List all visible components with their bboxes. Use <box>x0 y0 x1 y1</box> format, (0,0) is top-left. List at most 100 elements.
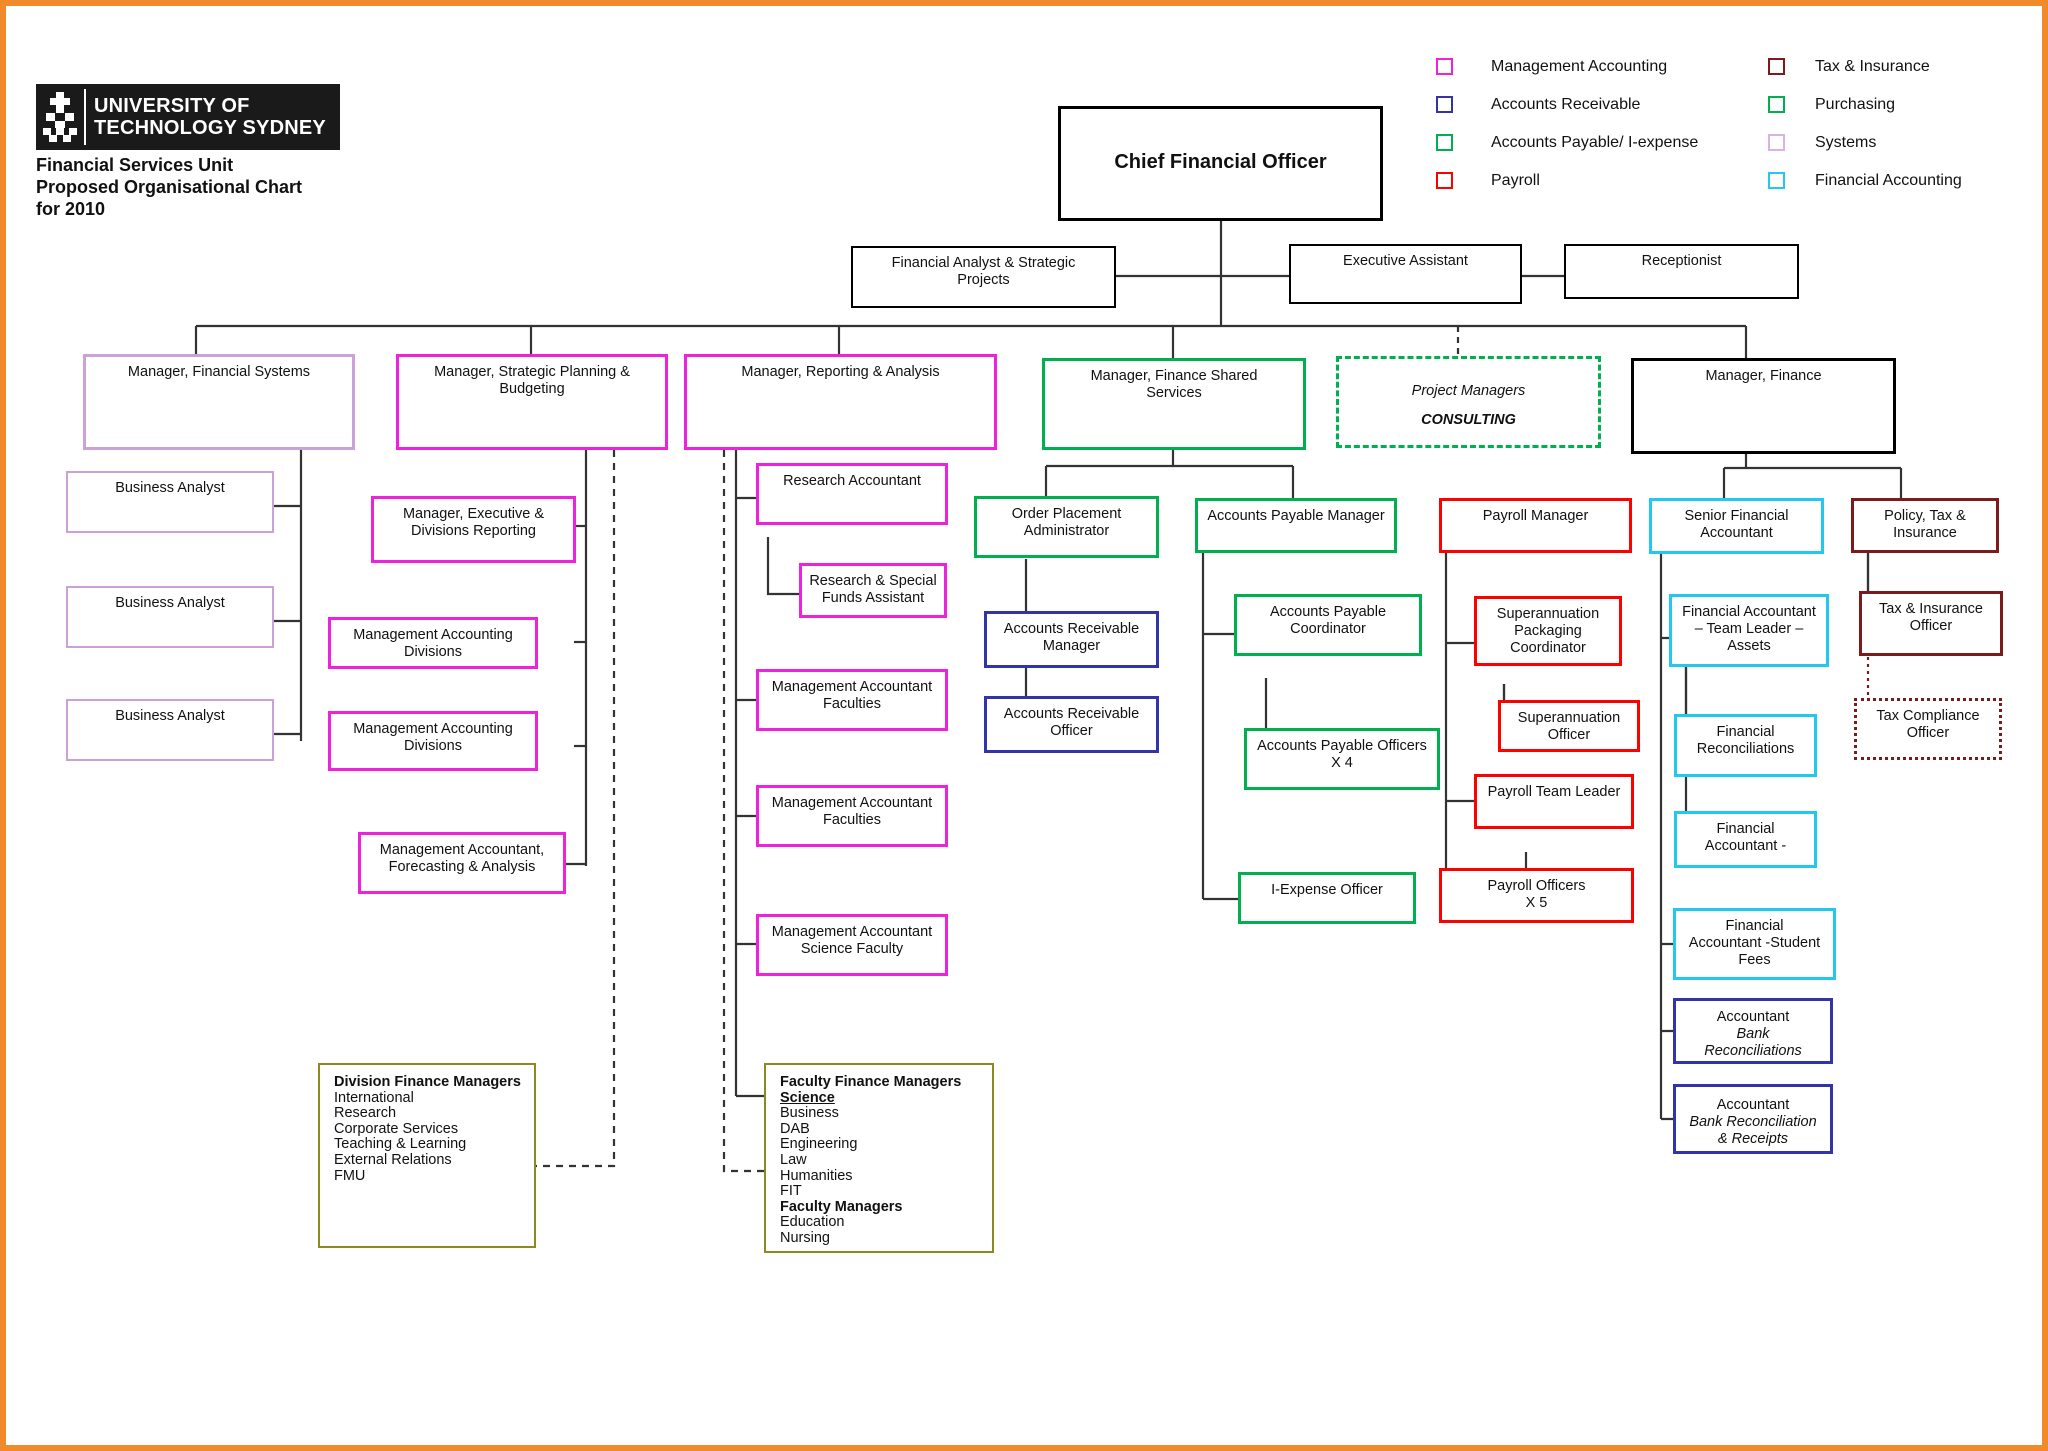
node-financial-reconciliations[interactable]: Financial Reconciliations <box>1674 714 1817 777</box>
list-item: FIT <box>780 1183 802 1200</box>
node-label: Research Accountant <box>783 473 921 489</box>
node-label: Financial Accountant - <box>1704 821 1787 854</box>
node-superannuation-packaging-coordinator[interactable]: Superannuation Packaging Coordinator <box>1474 596 1622 666</box>
node-label: Payroll Officers X 5 <box>1487 878 1586 911</box>
legend-swatch-icon <box>1768 58 1785 75</box>
node-label: Management Accountant Science Faculty <box>771 924 933 957</box>
node-accounts-receivable-manager[interactable]: Accounts Receivable Manager <box>984 611 1159 668</box>
faculty-finance-managers-box[interactable]: Faculty Finance Managers Science Busines… <box>764 1063 994 1253</box>
logo-wordmark: UNIVERSITY OF TECHNOLOGY SYDNEY <box>94 95 340 139</box>
list-item: Education <box>780 1214 845 1231</box>
legend-item-payroll: Payroll <box>1436 168 1698 193</box>
list-item: Teaching & Learning <box>334 1136 467 1153</box>
node-accountant-bank-reconciliations[interactable]: Accountant Bank Reconciliations <box>1673 998 1833 1064</box>
node-financial-analyst-strategic-projects[interactable]: Financial Analyst & Strategic Projects <box>851 246 1116 308</box>
node-payroll-team-leader[interactable]: Payroll Team Leader <box>1474 774 1634 829</box>
legend-item-accounts-payable: Accounts Payable/ I-expense <box>1436 130 1698 155</box>
node-accounts-payable-officers[interactable]: Accounts Payable Officers X 4 <box>1244 728 1440 790</box>
node-label: Order Placement Administrator <box>1011 506 1122 539</box>
node-management-accounting-divisions-2[interactable]: Management Accounting Divisions <box>328 711 538 771</box>
node-executive-assistant[interactable]: Executive Assistant <box>1289 244 1522 304</box>
node-label: Business Analyst <box>115 480 225 496</box>
list-item-underlined: Science <box>780 1089 835 1106</box>
node-label: Payroll Manager <box>1482 508 1589 524</box>
list-item: External Relations <box>334 1151 452 1168</box>
node-label: Research & Special Funds Assistant <box>809 573 937 606</box>
legend-label: Accounts Receivable <box>1491 95 1641 113</box>
node-label: Receptionist <box>1641 253 1722 269</box>
node-label: Manager, Executive & Divisions Reporting <box>402 506 545 539</box>
legend-swatch-icon <box>1768 96 1785 113</box>
node-manager-finance-shared-services[interactable]: Manager, Finance Shared Services <box>1042 358 1306 450</box>
list-item: Engineering <box>780 1136 858 1153</box>
node-manager-reporting-analysis[interactable]: Manager, Reporting & Analysis <box>684 354 997 450</box>
node-accountant-bank-reconciliation-receipts[interactable]: Accountant Bank Reconciliation & Receipt… <box>1673 1084 1833 1154</box>
node-project-managers[interactable]: Project Managers CONSULTING <box>1336 356 1601 448</box>
list-item: FMU <box>334 1167 366 1184</box>
node-label: Manager, Strategic Planning & Budgeting <box>434 364 630 397</box>
node-management-accountant-forecasting-analysis[interactable]: Management Accountant, Forecasting & Ana… <box>358 832 566 894</box>
node-label: Accounts Payable Coordinator <box>1269 604 1387 637</box>
list-item: Nursing <box>780 1229 830 1246</box>
list-item: Research <box>334 1105 397 1122</box>
node-label: Policy, Tax & Insurance <box>1884 508 1966 541</box>
legend-item-purchasing: Purchasing <box>1768 92 1962 117</box>
legend-swatch-icon <box>1436 134 1453 151</box>
node-label: Management Accountant Faculties <box>771 679 933 712</box>
node-manager-strategic-planning-budgeting[interactable]: Manager, Strategic Planning & Budgeting <box>396 354 668 450</box>
node-superannuation-officer[interactable]: Superannuation Officer <box>1498 700 1640 752</box>
node-label: Financial Accountant -Student Fees <box>1688 918 1821 968</box>
node-financial-accountant-student-fees[interactable]: Financial Accountant -Student Fees <box>1673 908 1836 980</box>
node-financial-accountant[interactable]: Financial Accountant - <box>1674 811 1817 868</box>
legend-label: Management Accounting <box>1491 57 1668 75</box>
node-i-expense-officer[interactable]: I-Expense Officer <box>1238 872 1416 924</box>
list-heading: Faculty Finance Managers <box>780 1074 962 1090</box>
node-accounts-payable-coordinator[interactable]: Accounts Payable Coordinator <box>1234 594 1422 656</box>
node-manager-finance[interactable]: Manager, Finance <box>1631 358 1896 454</box>
node-manager-financial-systems[interactable]: Manager, Financial Systems <box>83 354 355 450</box>
node-management-accounting-divisions-1[interactable]: Management Accounting Divisions <box>328 617 538 669</box>
org-chart-canvas: UNIVERSITY OF TECHNOLOGY SYDNEY Financia… <box>6 6 2042 1445</box>
node-order-placement-administrator[interactable]: Order Placement Administrator <box>974 496 1159 558</box>
node-chief-financial-officer[interactable]: Chief Financial Officer <box>1058 106 1383 221</box>
node-manager-executive-divisions-reporting[interactable]: Manager, Executive & Divisions Reporting <box>371 496 576 563</box>
node-payroll-manager[interactable]: Payroll Manager <box>1439 498 1632 553</box>
division-finance-managers-box[interactable]: Division Finance Managers International … <box>318 1063 536 1248</box>
list-heading: Division Finance Managers <box>334 1074 521 1090</box>
node-label: Management Accountant, Forecasting & Ana… <box>379 842 545 875</box>
node-tax-insurance-officer[interactable]: Tax & Insurance Officer <box>1859 591 2003 656</box>
node-research-accountant[interactable]: Research Accountant <box>756 463 948 525</box>
node-business-analyst-2[interactable]: Business Analyst <box>66 586 274 648</box>
page-title: Financial Services Unit Proposed Organis… <box>36 154 340 220</box>
node-tax-compliance-officer[interactable]: Tax Compliance Officer <box>1854 698 2002 760</box>
legend-swatch-icon <box>1436 58 1453 75</box>
node-senior-financial-accountant[interactable]: Senior Financial Accountant <box>1649 498 1824 554</box>
node-business-analyst-3[interactable]: Business Analyst <box>66 699 274 761</box>
uts-logo: UNIVERSITY OF TECHNOLOGY SYDNEY <box>36 84 340 150</box>
node-label: Manager, Finance Shared Services <box>1090 368 1258 401</box>
brand-block: UNIVERSITY OF TECHNOLOGY SYDNEY Financia… <box>36 84 340 220</box>
list-item: Law <box>780 1151 807 1168</box>
node-management-accountant-science-faculty[interactable]: Management Accountant Science Faculty <box>756 914 948 976</box>
node-policy-tax-insurance[interactable]: Policy, Tax & Insurance <box>1851 498 1999 553</box>
org-chart-page: UNIVERSITY OF TECHNOLOGY SYDNEY Financia… <box>0 0 2048 1451</box>
node-financial-accountant-team-leader-assets[interactable]: Financial Accountant – Team Leader – Ass… <box>1669 594 1829 667</box>
node-management-accountant-faculties-2[interactable]: Management Accountant Faculties <box>756 785 948 847</box>
node-label: Tax Compliance Officer <box>1876 708 1980 741</box>
node-payroll-officers[interactable]: Payroll Officers X 5 <box>1439 868 1634 923</box>
node-business-analyst-1[interactable]: Business Analyst <box>66 471 274 533</box>
node-research-special-funds-assistant[interactable]: Research & Special Funds Assistant <box>799 563 947 618</box>
title-line-1: Financial Services Unit <box>36 155 234 175</box>
node-management-accountant-faculties-1[interactable]: Management Accountant Faculties <box>756 669 948 731</box>
legend-column-1: Management Accounting Accounts Receivabl… <box>1436 54 1698 206</box>
node-label: Business Analyst <box>115 708 225 724</box>
node-accounts-receivable-officer[interactable]: Accounts Receivable Officer <box>984 696 1159 753</box>
list-item: Humanities <box>780 1167 853 1184</box>
node-label: Superannuation Packaging Coordinator <box>1496 606 1600 656</box>
node-label: Financial Accountant – Team Leader – Ass… <box>1682 604 1816 654</box>
node-receptionist[interactable]: Receptionist <box>1564 244 1799 299</box>
node-label: Accounts Receivable Officer <box>1003 706 1140 739</box>
node-accounts-payable-manager[interactable]: Accounts Payable Manager <box>1195 498 1397 553</box>
list-item: Business <box>780 1105 839 1122</box>
node-sublabel: Bank Reconciliations <box>1704 1026 1802 1059</box>
